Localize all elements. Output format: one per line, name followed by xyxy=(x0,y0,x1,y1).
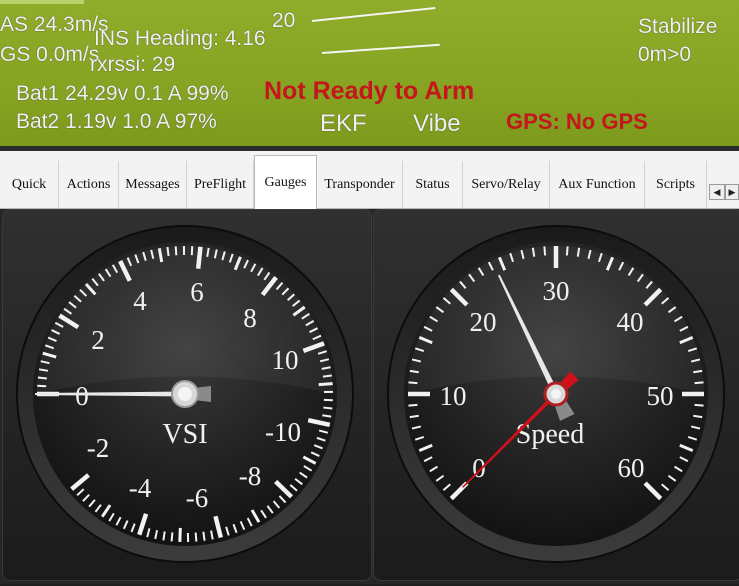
groundspeed-readout: GS 0.0m/s xyxy=(0,44,99,65)
minor-tick xyxy=(695,382,704,383)
horizon-line xyxy=(0,0,84,4)
speed-panel: 0 10 20 30 40 50 60 Speed xyxy=(373,209,739,581)
vsi-tick-label: 2 xyxy=(91,325,105,355)
minor-tick xyxy=(196,533,197,542)
vsi-tick-label: -6 xyxy=(186,483,209,513)
vsi-tick-label: 8 xyxy=(243,303,257,333)
distance-readout: 0m>0 xyxy=(638,44,691,65)
ins-heading-readout: INS Heading: 4.16 xyxy=(94,28,266,49)
arm-status: Not Ready to Arm xyxy=(264,79,474,104)
vsi-tick-label: -10 xyxy=(265,417,301,447)
tab-label: Scripts xyxy=(656,177,695,193)
speed-tick-label: 10 xyxy=(440,381,467,411)
tab-quick[interactable]: Quick xyxy=(0,161,59,208)
minor-tick xyxy=(176,246,177,255)
tab-aux-function[interactable]: Aux Function xyxy=(550,161,645,208)
gps-status: GPS: No GPS xyxy=(506,111,648,133)
vsi-hub-center xyxy=(178,387,192,401)
horizon-line xyxy=(322,44,440,54)
horizon-line xyxy=(312,7,436,22)
minor-tick xyxy=(167,247,168,256)
tab-label: Transponder xyxy=(324,177,394,193)
tab-preflight[interactable]: PreFlight xyxy=(187,161,254,208)
tab-label: Messages xyxy=(125,177,179,193)
vsi-tick-label: -8 xyxy=(239,461,262,491)
ekf-indicator[interactable]: EKF xyxy=(320,112,367,136)
minor-tick xyxy=(37,386,46,387)
speed-tick-label: 40 xyxy=(617,307,644,337)
vsi-gauge: -2 -4 -6 -8 -10 0 2 4 6 8 10 VSI xyxy=(2,209,372,581)
tab-label: Quick xyxy=(12,177,46,193)
speed-tick-label: 30 xyxy=(543,276,570,306)
minor-tick xyxy=(544,246,545,255)
tab-messages[interactable]: Messages xyxy=(119,161,187,208)
vsi-tick-label: 10 xyxy=(272,345,299,375)
minor-tick xyxy=(38,378,47,379)
airspeed-readout: AS 24.3m/s xyxy=(0,14,109,35)
speed-tick-label: 0 xyxy=(472,453,486,483)
minor-tick xyxy=(203,532,204,541)
tab-actions[interactable]: Actions xyxy=(59,161,119,208)
minor-tick xyxy=(163,532,164,541)
tab-scroll-right-button[interactable]: ▶ xyxy=(725,184,739,200)
battery1-readout: Bat1 24.29v 0.1 A 99% xyxy=(16,83,229,104)
chevron-left-icon: ◀ xyxy=(714,187,721,198)
vsi-tick-label: 0 xyxy=(75,381,89,411)
tab-scroll-left-button[interactable]: ◀ xyxy=(709,184,725,200)
chevron-right-icon: ▶ xyxy=(729,187,736,198)
tab-label: Aux Function xyxy=(558,177,635,193)
vsi-tick-label: -4 xyxy=(129,473,152,503)
speed-tick-label: 60 xyxy=(618,453,645,483)
tab-status[interactable]: Status xyxy=(403,161,463,208)
tab-label: Status xyxy=(415,177,449,193)
tab-label: PreFlight xyxy=(194,177,246,193)
rxrssi-readout: rxrssi: 29 xyxy=(90,54,175,75)
gauges-area: -2 -4 -6 -8 -10 0 2 4 6 8 10 VSI xyxy=(0,209,739,584)
tab-label: Servo/Relay xyxy=(471,177,540,193)
tab-gauges[interactable]: Gauges xyxy=(254,155,317,209)
speed-gauge: 0 10 20 30 40 50 60 Speed xyxy=(373,209,739,581)
minor-tick xyxy=(319,384,333,385)
tab-bar: Quick Actions Messages PreFlight Gauges … xyxy=(0,151,739,209)
minor-tick xyxy=(207,248,208,257)
tab-scripts[interactable]: Scripts xyxy=(645,161,707,208)
speed-hub-center xyxy=(551,389,561,399)
minor-tick xyxy=(533,248,534,257)
minor-tick xyxy=(410,371,419,372)
tab-label: Actions xyxy=(67,177,111,193)
flight-mode: Stabilize xyxy=(638,16,717,37)
tab-label: Gauges xyxy=(265,175,307,191)
major-tick xyxy=(198,247,200,269)
tab-transponder[interactable]: Transponder xyxy=(317,161,403,208)
minor-tick xyxy=(323,375,332,376)
vsi-tick-label: 6 xyxy=(190,277,204,307)
vsi-tick-label: 4 xyxy=(133,286,147,316)
minor-tick xyxy=(578,248,579,257)
minor-tick xyxy=(408,382,417,383)
battery2-readout: Bat2 1.19v 1.0 A 97% xyxy=(16,111,217,132)
vsi-tick-label: -2 xyxy=(87,433,110,463)
minor-tick xyxy=(323,408,332,409)
minor-tick xyxy=(693,416,702,417)
minor-tick xyxy=(172,532,173,541)
minor-tick xyxy=(695,405,704,406)
tab-servo-relay[interactable]: Servo/Relay xyxy=(463,161,550,208)
vibe-indicator[interactable]: Vibe xyxy=(413,112,461,136)
minor-tick xyxy=(408,405,417,406)
speed-tick-label: 50 xyxy=(647,381,674,411)
pitch-mark: 20 xyxy=(272,10,295,31)
minor-tick xyxy=(410,416,419,417)
minor-tick xyxy=(693,371,702,372)
hud-display: 20 AS 24.3m/s GS 0.0m/s INS Heading: 4.1… xyxy=(0,0,739,150)
minor-tick xyxy=(567,246,568,255)
vsi-panel: -2 -4 -6 -8 -10 0 2 4 6 8 10 VSI xyxy=(2,209,372,581)
speed-tick-label: 20 xyxy=(470,307,497,337)
vsi-gauge-label: VSI xyxy=(162,419,207,450)
minor-tick xyxy=(322,415,331,416)
